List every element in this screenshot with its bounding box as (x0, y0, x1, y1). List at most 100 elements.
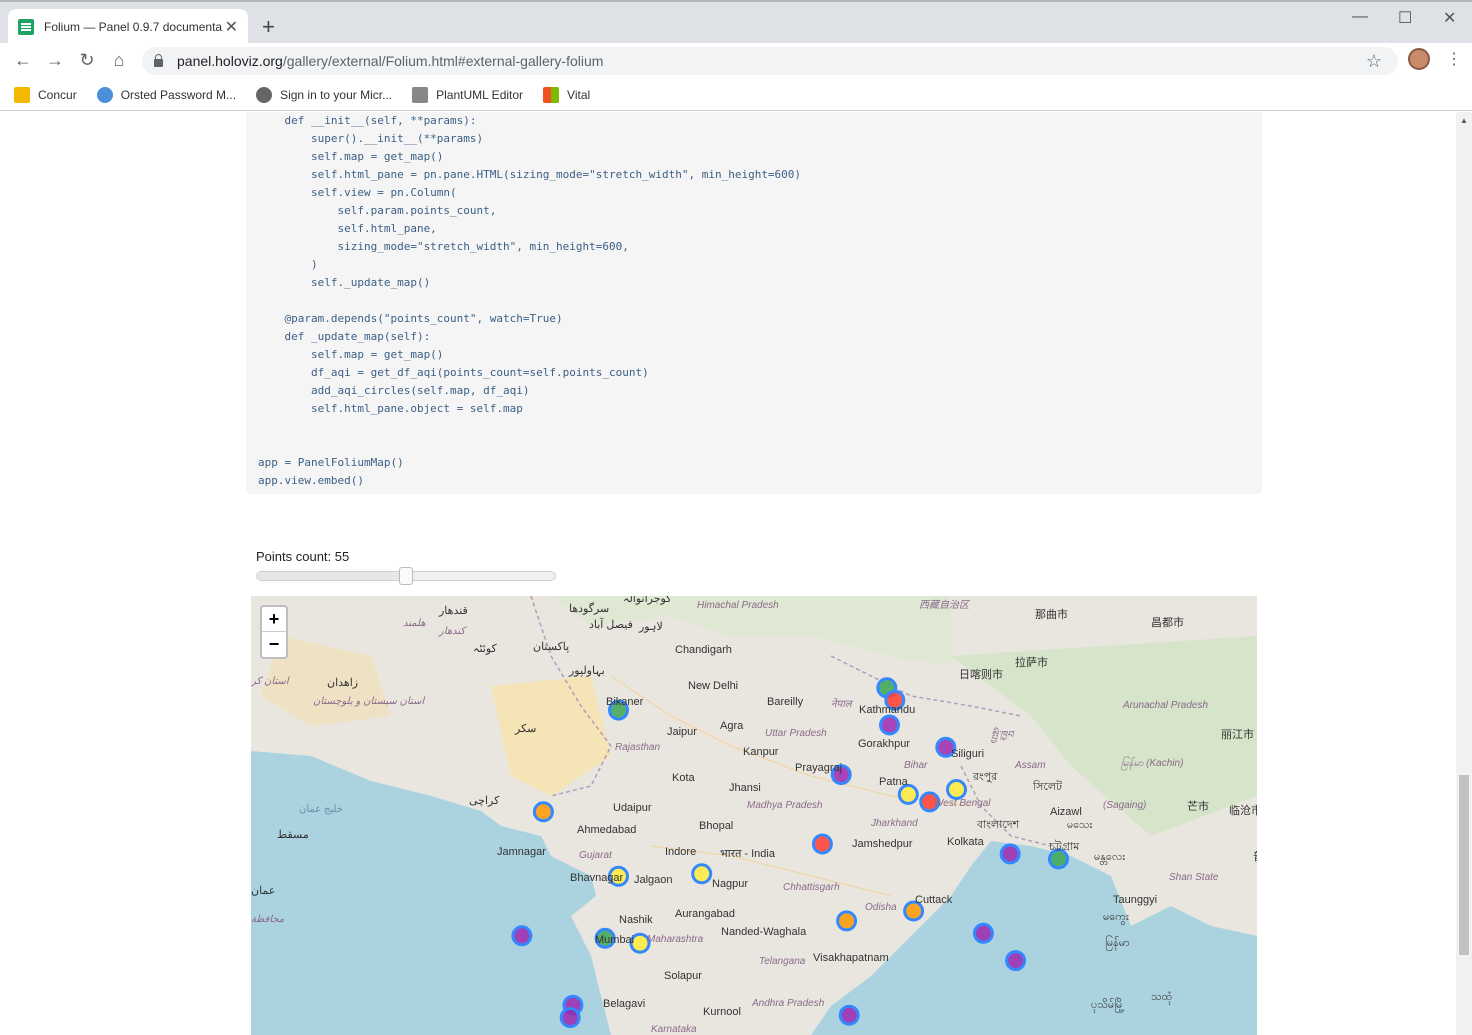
map-place-label: Siliguri (951, 748, 985, 760)
map-tiles (251, 596, 1257, 1035)
profile-avatar[interactable] (1408, 48, 1430, 70)
code-line: self.html_pane.object = self.map (258, 402, 523, 415)
map-place-label: کندهار (439, 626, 466, 637)
new-tab-button[interactable]: + (262, 14, 275, 40)
map-place-label: မြန်မာ (1105, 937, 1130, 949)
map-place-label: Mumbai (595, 934, 635, 946)
world-icon (256, 86, 273, 103)
page-scrollbar[interactable]: ▲ (1456, 112, 1472, 1035)
code-line: self.html_pane = pn.pane.HTML(sizing_mod… (258, 168, 802, 181)
points-count-slider[interactable] (256, 567, 556, 585)
map-place-label: Jalgaon (634, 874, 673, 886)
aqi-circle-marker[interactable] (999, 843, 1021, 865)
folium-map[interactable]: قندهار سرگودھا گوجرانوالہ Himachal Pradesh 西… (251, 596, 1257, 1035)
aqi-circle-marker[interactable] (691, 863, 713, 885)
bookmark-orsted[interactable]: Orsted Password M... (96, 86, 236, 103)
zoom-in-button[interactable]: + (262, 607, 286, 632)
map-place-label: မကွေး (1103, 911, 1129, 923)
bookmark-plantuml[interactable]: PlantUML Editor (412, 86, 523, 103)
map-place-label: Arunachal Pradesh (1123, 700, 1209, 711)
aqi-circle-marker[interactable] (836, 910, 858, 932)
map-place-label: سکر (515, 723, 537, 735)
docs-favicon-icon (18, 19, 34, 35)
map-place-label: Jharkhand (871, 818, 918, 829)
map-place-label: Assam (1015, 760, 1046, 771)
menu-dots-icon[interactable]: ⋮ (1446, 49, 1462, 69)
browser-tab[interactable]: Folium — Panel 0.9.7 documenta ✕ (8, 9, 248, 45)
map-place-label: Uttar Pradesh (765, 728, 827, 739)
plantuml-icon (412, 86, 429, 103)
forward-button[interactable]: → (44, 50, 66, 71)
map-place-label: သထုံ (1151, 991, 1173, 1003)
tab-title: Folium — Panel 0.9.7 documenta (44, 20, 223, 34)
map-place-label: রংপুর (973, 771, 998, 783)
map-place-label: Taunggyi (1113, 894, 1158, 906)
maximize-button[interactable]: ☐ (1398, 8, 1412, 28)
map-place-label: 丽江市 (1221, 729, 1254, 741)
aqi-circle-marker[interactable] (879, 714, 900, 736)
map-place-label: Chandigarh (675, 644, 732, 656)
code-line: self.map = get_map() (258, 348, 444, 361)
map-place-label: Jhansi (729, 782, 761, 794)
map-place-label: Bikaner (606, 696, 644, 708)
minimize-button[interactable]: — (1352, 8, 1368, 26)
scroll-thumb[interactable] (1459, 775, 1469, 955)
bookmark-vital[interactable]: Vital (543, 86, 590, 103)
close-tab-icon[interactable]: ✕ (225, 17, 238, 37)
map-place-label: Udaipur (613, 802, 652, 814)
points-count-label: Points count: 55 (256, 549, 350, 564)
aqi-circle-marker[interactable] (972, 922, 994, 944)
lock-icon (154, 53, 163, 67)
map-place-label: Visakhapatnam (813, 952, 889, 964)
map-place-label: नेपाल (831, 699, 852, 710)
aqi-circle-marker[interactable] (532, 801, 554, 823)
code-line: self.param.points_count, (258, 204, 497, 217)
map-place-label: Aizawl (1050, 806, 1082, 818)
bookmark-concur[interactable]: Concur (14, 86, 77, 103)
map-place-label: New Delhi (688, 680, 739, 692)
map-place-label: بہاولپور (569, 665, 605, 677)
map-place-label: Telangana (759, 956, 806, 967)
map-place-label: West Bengal (934, 798, 991, 809)
map-place-label: भारत - India (720, 848, 775, 860)
address-bar[interactable]: panel.holoviz.org/gallery/external/Foliu… (142, 47, 1398, 75)
reload-button[interactable]: ↻ (76, 50, 98, 71)
back-button[interactable]: ← (12, 50, 34, 71)
aqi-circle-marker[interactable] (559, 1007, 581, 1029)
aqi-circle-marker[interactable] (838, 1004, 860, 1026)
aqi-circle-marker[interactable] (946, 779, 967, 800)
code-line: self.view = pn.Column( (258, 186, 457, 199)
page-content: def __init__(self, **params): super().__… (0, 112, 1456, 1035)
map-place-label: استان سیستان و بلوچستان (313, 696, 425, 707)
map-place-label: کوئٹہ (473, 643, 497, 655)
url-text: panel.holoviz.org/gallery/external/Foliu… (177, 53, 604, 69)
map-place-label: Himachal Pradesh (697, 600, 779, 611)
map-place-label: مسقط (277, 829, 309, 841)
map-place-label: Nanded-Waghala (721, 926, 807, 938)
close-window-button[interactable]: ✕ (1443, 8, 1456, 28)
code-line: df_aqi = get_df_aqi(points_count=self.po… (258, 366, 649, 379)
slider-fill (257, 572, 406, 580)
aqi-circle-marker[interactable] (511, 925, 533, 947)
map-place-label: کراچی (469, 795, 500, 807)
map-place-label: སྤྱི་ཁྱབ (991, 730, 1014, 741)
bookmark-star-icon[interactable]: ☆ (1366, 51, 1382, 72)
code-line: self._update_map() (258, 276, 431, 289)
map-place-label: Patna (879, 776, 908, 788)
aqi-circle-marker[interactable] (1005, 950, 1027, 972)
aqi-circle-marker[interactable] (811, 833, 833, 855)
scroll-up-icon[interactable]: ▲ (1460, 116, 1468, 125)
map-place-label: ပုသိမ်မြို့ (1091, 999, 1125, 1011)
bookmark-microsoft[interactable]: Sign in to your Micr... (256, 86, 392, 103)
map-place-label: မသေး (1067, 819, 1093, 831)
map-place-label: Odisha (865, 902, 897, 913)
map-place-label: سرگودھا (569, 603, 610, 615)
aqi-circle-marker[interactable] (897, 783, 919, 805)
map-place-label: 临沧市 (1229, 805, 1257, 817)
map-place-label: Bhavnagar (570, 872, 624, 884)
zoom-out-button[interactable]: − (262, 632, 286, 657)
microsoft-logo-icon (543, 86, 560, 103)
slider-handle[interactable] (399, 567, 413, 585)
map-place-label: 拉萨市 (1015, 657, 1048, 669)
home-button[interactable]: ⌂ (108, 50, 130, 71)
